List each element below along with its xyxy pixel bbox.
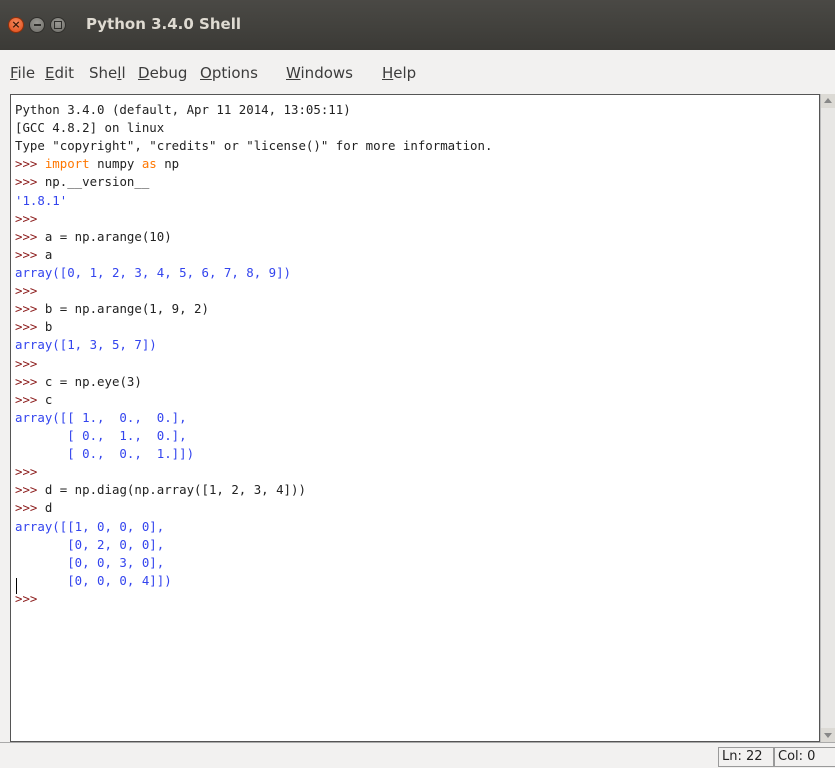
prompt-marker: >>> <box>15 301 45 317</box>
title-bar: × Python 3.4.0 Shell <box>0 0 835 50</box>
menu-windows[interactable]: Windows <box>286 64 353 82</box>
shell-line: [0, 0, 3, 0], <box>15 554 492 572</box>
input-text: b = np.arange(1, 9, 2) <box>44 301 209 317</box>
shell-line: >>> c <box>15 391 492 409</box>
prompt-marker: >>> <box>15 391 45 407</box>
input-text: np <box>156 156 180 172</box>
shell-line: '1.8.1' <box>15 192 492 210</box>
input-text: numpy <box>89 156 142 172</box>
shell-line: >>> c = np.eye(3) <box>15 373 492 391</box>
input-text: np.__version__ <box>44 174 150 190</box>
menu-bar: File Edit Shell Debug Options Windows He… <box>0 50 835 94</box>
prompt-marker: >>> <box>15 500 45 516</box>
shell-line: >>> b <box>15 318 492 336</box>
minimize-icon[interactable] <box>29 17 45 33</box>
input-text: [GCC 4.8.2] on linux <box>15 120 165 136</box>
shell-line: [ 0., 1., 0.], <box>15 427 492 445</box>
prompt-marker: >>> <box>15 156 45 172</box>
shell-line: >>> d <box>15 499 492 517</box>
prompt-marker: >>> <box>15 246 45 262</box>
scroll-up-icon[interactable] <box>821 94 835 108</box>
menu-edit[interactable]: Edit <box>45 64 74 82</box>
input-text: c <box>44 391 53 407</box>
keyword-token: import <box>44 156 90 172</box>
status-bar: Ln: 22 Col: 0 <box>0 742 835 768</box>
shell-line: >>> import numpy as np <box>15 155 492 173</box>
prompt-marker: >>> <box>15 355 45 371</box>
shell-line: [ 0., 0., 1.]]) <box>15 445 492 463</box>
shell-output: Python 3.4.0 (default, Apr 11 2014, 13:0… <box>15 101 492 608</box>
prompt-marker: >>> <box>15 283 45 299</box>
shell-line: Python 3.4.0 (default, Apr 11 2014, 13:0… <box>15 101 492 119</box>
shell-line: array([[1, 0, 0, 0], <box>15 518 492 536</box>
prompt-marker: >>> <box>15 373 45 389</box>
menu-options[interactable]: Options <box>200 64 258 82</box>
output-text: [ 0., 0., 1.]]) <box>15 446 195 462</box>
shell-line: >>> a = np.arange(10) <box>15 228 492 246</box>
shell-line: >>> <box>15 210 492 228</box>
column-number-indicator: Col: 0 <box>774 747 835 767</box>
prompt-marker: >>> <box>15 228 45 244</box>
shell-line: array([1, 3, 5, 7]) <box>15 336 492 354</box>
shell-line: [0, 0, 0, 4]]) <box>15 572 492 590</box>
shell-line: array([0, 1, 2, 3, 4, 5, 6, 7, 8, 9]) <box>15 264 492 282</box>
keyword-token: as <box>141 156 157 172</box>
shell-line: >>> a <box>15 246 492 264</box>
menu-help[interactable]: Help <box>382 64 416 82</box>
input-text: a = np.arange(10) <box>44 228 172 244</box>
shell-line: >>> d = np.diag(np.array([1, 2, 3, 4])) <box>15 481 492 499</box>
input-text: c = np.eye(3) <box>44 373 142 389</box>
shell-line: Type "copyright", "credits" or "license(… <box>15 137 492 155</box>
shell-line: >>> <box>15 355 492 373</box>
output-text: array([0, 1, 2, 3, 4, 5, 6, 7, 8, 9]) <box>15 264 292 280</box>
menu-file[interactable]: File <box>10 64 35 82</box>
output-text: array([[1, 0, 0, 0], <box>15 518 165 534</box>
prompt-marker: >>> <box>15 464 45 480</box>
maximize-icon[interactable] <box>50 17 66 33</box>
output-text: [0, 0, 0, 4]]) <box>15 572 172 588</box>
menu-debug[interactable]: Debug <box>138 64 187 82</box>
input-text: b <box>44 319 53 335</box>
shell-line: >>> <box>15 463 492 481</box>
vertical-scrollbar[interactable] <box>820 94 835 742</box>
input-text: Python 3.4.0 (default, Apr 11 2014, 13:0… <box>15 102 351 117</box>
shell-line: >>> <box>15 282 492 300</box>
shell-text-area[interactable]: Python 3.4.0 (default, Apr 11 2014, 13:0… <box>10 94 820 742</box>
prompt-marker: >>> <box>15 210 45 226</box>
shell-line: array([[ 1., 0., 0.], <box>15 409 492 427</box>
output-text: array([1, 3, 5, 7]) <box>15 337 157 353</box>
shell-line: [GCC 4.8.2] on linux <box>15 119 492 137</box>
output-text: [ 0., 1., 0.], <box>15 427 187 443</box>
shell-line: >>> np.__version__ <box>15 173 492 191</box>
prompt-marker: >>> <box>15 482 45 498</box>
prompt-marker: >>> <box>15 174 45 190</box>
close-icon[interactable]: × <box>8 17 24 33</box>
input-text: a <box>44 246 53 262</box>
output-text: array([[ 1., 0., 0.], <box>15 409 187 425</box>
menu-shell[interactable]: Shell <box>89 64 126 82</box>
input-text: d <box>44 500 53 516</box>
shell-line: >>> <box>15 590 492 608</box>
output-text: [0, 0, 3, 0], <box>15 554 165 570</box>
line-number-indicator: Ln: 22 <box>718 747 774 767</box>
input-text: d = np.diag(np.array([1, 2, 3, 4])) <box>44 482 306 498</box>
output-text: [0, 2, 0, 0], <box>15 536 165 552</box>
shell-line: >>> b = np.arange(1, 9, 2) <box>15 300 492 318</box>
prompt-marker: >>> <box>15 319 45 335</box>
prompt-marker: >>> <box>15 590 45 606</box>
shell-line: [0, 2, 0, 0], <box>15 536 492 554</box>
scroll-down-icon[interactable] <box>821 728 835 742</box>
text-cursor <box>16 578 17 594</box>
output-text: '1.8.1' <box>15 192 68 208</box>
window-title: Python 3.4.0 Shell <box>86 15 241 33</box>
input-text: Type "copyright", "credits" or "license(… <box>15 138 493 154</box>
